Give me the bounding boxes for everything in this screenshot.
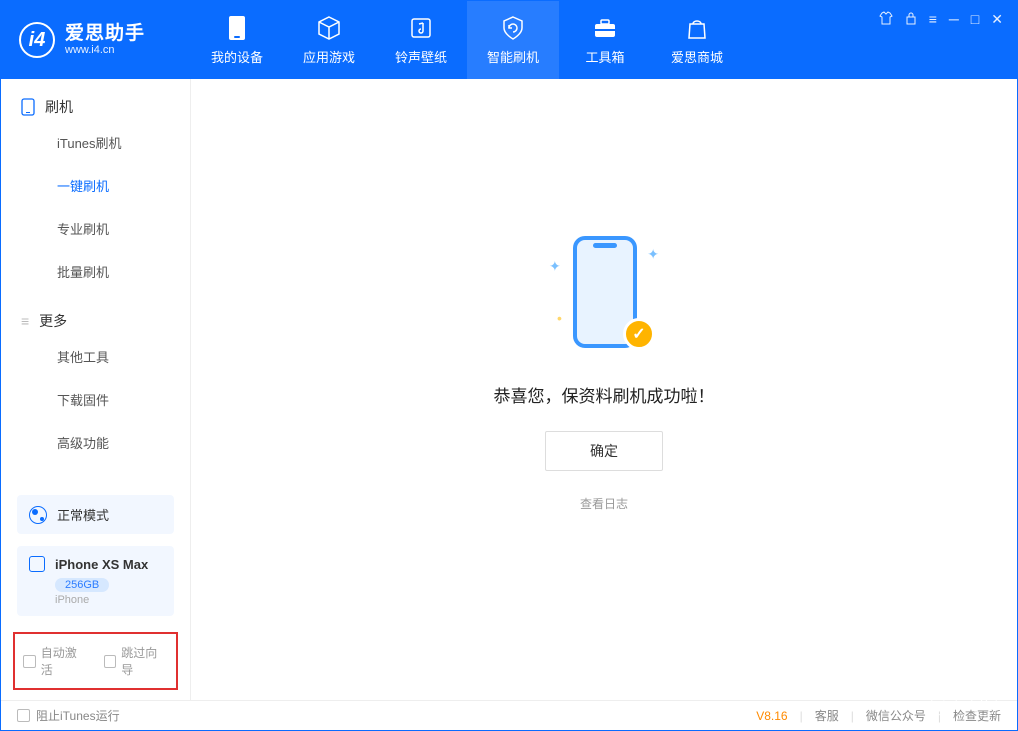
nav-label: 铃声壁纸 <box>395 47 447 66</box>
titlebar-controls: ≡ ─ □ ✕ <box>879 11 1003 28</box>
logo-area: i4 爱思助手 www.i4.cn <box>1 22 191 58</box>
bag-icon <box>684 15 710 41</box>
nav-label: 应用游戏 <box>303 47 355 66</box>
main-content: ✦ ✦ • ✓ 恭喜您，保资料刷机成功啦！ 确定 查看日志 <box>191 79 1017 700</box>
footer: 阻止iTunes运行 V8.16 | 客服 | 微信公众号 | 检查更新 <box>1 700 1017 730</box>
device-card[interactable]: iPhone XS Max 256GB iPhone <box>17 546 174 616</box>
header: i4 爱思助手 www.i4.cn 我的设备 应用游戏 铃声壁纸 智能刷机 <box>1 1 1017 79</box>
success-panel: ✦ ✦ • ✓ 恭喜您，保资料刷机成功啦！ 确定 查看日志 <box>494 228 715 512</box>
body: 刷机 iTunes刷机 一键刷机 专业刷机 批量刷机 ≡ 更多 其他工具 下载固… <box>1 79 1017 700</box>
maximize-icon[interactable]: □ <box>971 11 979 28</box>
app-title: 爱思助手 <box>65 24 145 45</box>
lock-icon[interactable] <box>905 11 917 28</box>
sidebar-item-itunes[interactable]: iTunes刷机 <box>1 121 190 164</box>
logo-text: 爱思助手 www.i4.cn <box>65 24 145 57</box>
sidebar-item-batch[interactable]: 批量刷机 <box>1 250 190 293</box>
logo-icon: i4 <box>19 22 55 58</box>
nav-label: 我的设备 <box>211 47 263 66</box>
list-icon: ≡ <box>21 313 29 329</box>
confirm-button[interactable]: 确定 <box>545 431 663 471</box>
sidebar-item-firmware[interactable]: 下载固件 <box>1 378 190 421</box>
download-icon[interactable]: ↓ <box>931 690 957 716</box>
close-icon[interactable]: ✕ <box>991 11 1003 28</box>
checkbox-row-highlighted: 自动激活 跳过向导 <box>13 632 178 690</box>
sparkle-icon: ✦ <box>647 246 659 263</box>
app-subtitle: www.i4.cn <box>65 44 145 56</box>
nav-apps[interactable]: 应用游戏 <box>283 1 375 79</box>
app-window: i4 爱思助手 www.i4.cn 我的设备 应用游戏 铃声壁纸 智能刷机 <box>0 0 1018 731</box>
check-badge-icon: ✓ <box>623 318 655 350</box>
checkbox-label: 阻止iTunes运行 <box>36 707 120 724</box>
shield-refresh-icon <box>500 15 526 41</box>
nav-label: 工具箱 <box>585 47 624 66</box>
sidebar: 刷机 iTunes刷机 一键刷机 专业刷机 批量刷机 ≡ 更多 其他工具 下载固… <box>1 79 191 700</box>
checkbox-icon <box>17 709 30 722</box>
sidebar-items-1: iTunes刷机 一键刷机 专业刷机 批量刷机 <box>1 121 190 293</box>
sidebar-item-other[interactable]: 其他工具 <box>1 335 190 378</box>
device-name: iPhone XS Max <box>55 557 148 572</box>
version-label: V8.16 <box>756 709 787 723</box>
checkbox-icon <box>104 655 117 668</box>
checkbox-icon <box>23 655 36 668</box>
success-message: 恭喜您，保资料刷机成功啦！ <box>494 382 715 407</box>
checkbox-block-itunes[interactable]: 阻止iTunes运行 <box>17 707 120 724</box>
checkbox-label: 跳过向导 <box>121 644 168 678</box>
device-phone-icon <box>29 556 45 572</box>
nav-ringtone[interactable]: 铃声壁纸 <box>375 1 467 79</box>
sidebar-item-advanced[interactable]: 高级功能 <box>1 421 190 464</box>
sidebar-group-flash: 刷机 <box>1 79 190 121</box>
footer-link-wechat[interactable]: 微信公众号 <box>866 707 926 724</box>
group-title: 刷机 <box>45 97 73 117</box>
sidebar-items-2: 其他工具 下载固件 高级功能 <box>1 335 190 464</box>
nav-toolbox[interactable]: 工具箱 <box>559 1 651 79</box>
success-illustration: ✦ ✦ • ✓ <box>549 228 659 358</box>
checkbox-label: 自动激活 <box>41 644 88 678</box>
music-icon <box>408 15 434 41</box>
header-actions: ↓ <box>931 690 997 716</box>
toolbox-icon <box>592 15 618 41</box>
view-log-link[interactable]: 查看日志 <box>580 495 628 512</box>
device-type: iPhone <box>55 594 162 606</box>
nav-label: 智能刷机 <box>487 47 539 66</box>
sparkle-icon: ✦ <box>549 258 561 275</box>
mode-card[interactable]: 正常模式 <box>17 495 174 534</box>
nav-label: 爱思商城 <box>671 47 723 66</box>
minimize-icon[interactable]: ─ <box>949 11 959 28</box>
group-title: 更多 <box>39 311 67 331</box>
nav-flash[interactable]: 智能刷机 <box>467 1 559 79</box>
phone-outline-icon <box>21 98 35 116</box>
shirt-icon[interactable] <box>879 11 893 28</box>
footer-link-support[interactable]: 客服 <box>815 707 839 724</box>
sparkle-icon: • <box>557 310 562 326</box>
sidebar-group-more: ≡ 更多 <box>1 293 190 335</box>
cube-icon <box>316 15 342 41</box>
mode-label: 正常模式 <box>57 505 109 524</box>
mode-icon <box>29 506 47 524</box>
checkbox-auto-activate[interactable]: 自动激活 <box>23 644 88 678</box>
checkbox-skip-guide[interactable]: 跳过向导 <box>104 644 169 678</box>
menu-icon[interactable]: ≡ <box>929 11 937 28</box>
device-storage-badge: 256GB <box>55 578 109 592</box>
sidebar-item-oneclick[interactable]: 一键刷机 <box>1 164 190 207</box>
top-nav: 我的设备 应用游戏 铃声壁纸 智能刷机 工具箱 爱思商城 <box>191 1 743 79</box>
nav-my-device[interactable]: 我的设备 <box>191 1 283 79</box>
device-icon <box>224 15 250 41</box>
nav-store[interactable]: 爱思商城 <box>651 1 743 79</box>
sidebar-item-pro[interactable]: 专业刷机 <box>1 207 190 250</box>
user-icon[interactable] <box>971 690 997 716</box>
